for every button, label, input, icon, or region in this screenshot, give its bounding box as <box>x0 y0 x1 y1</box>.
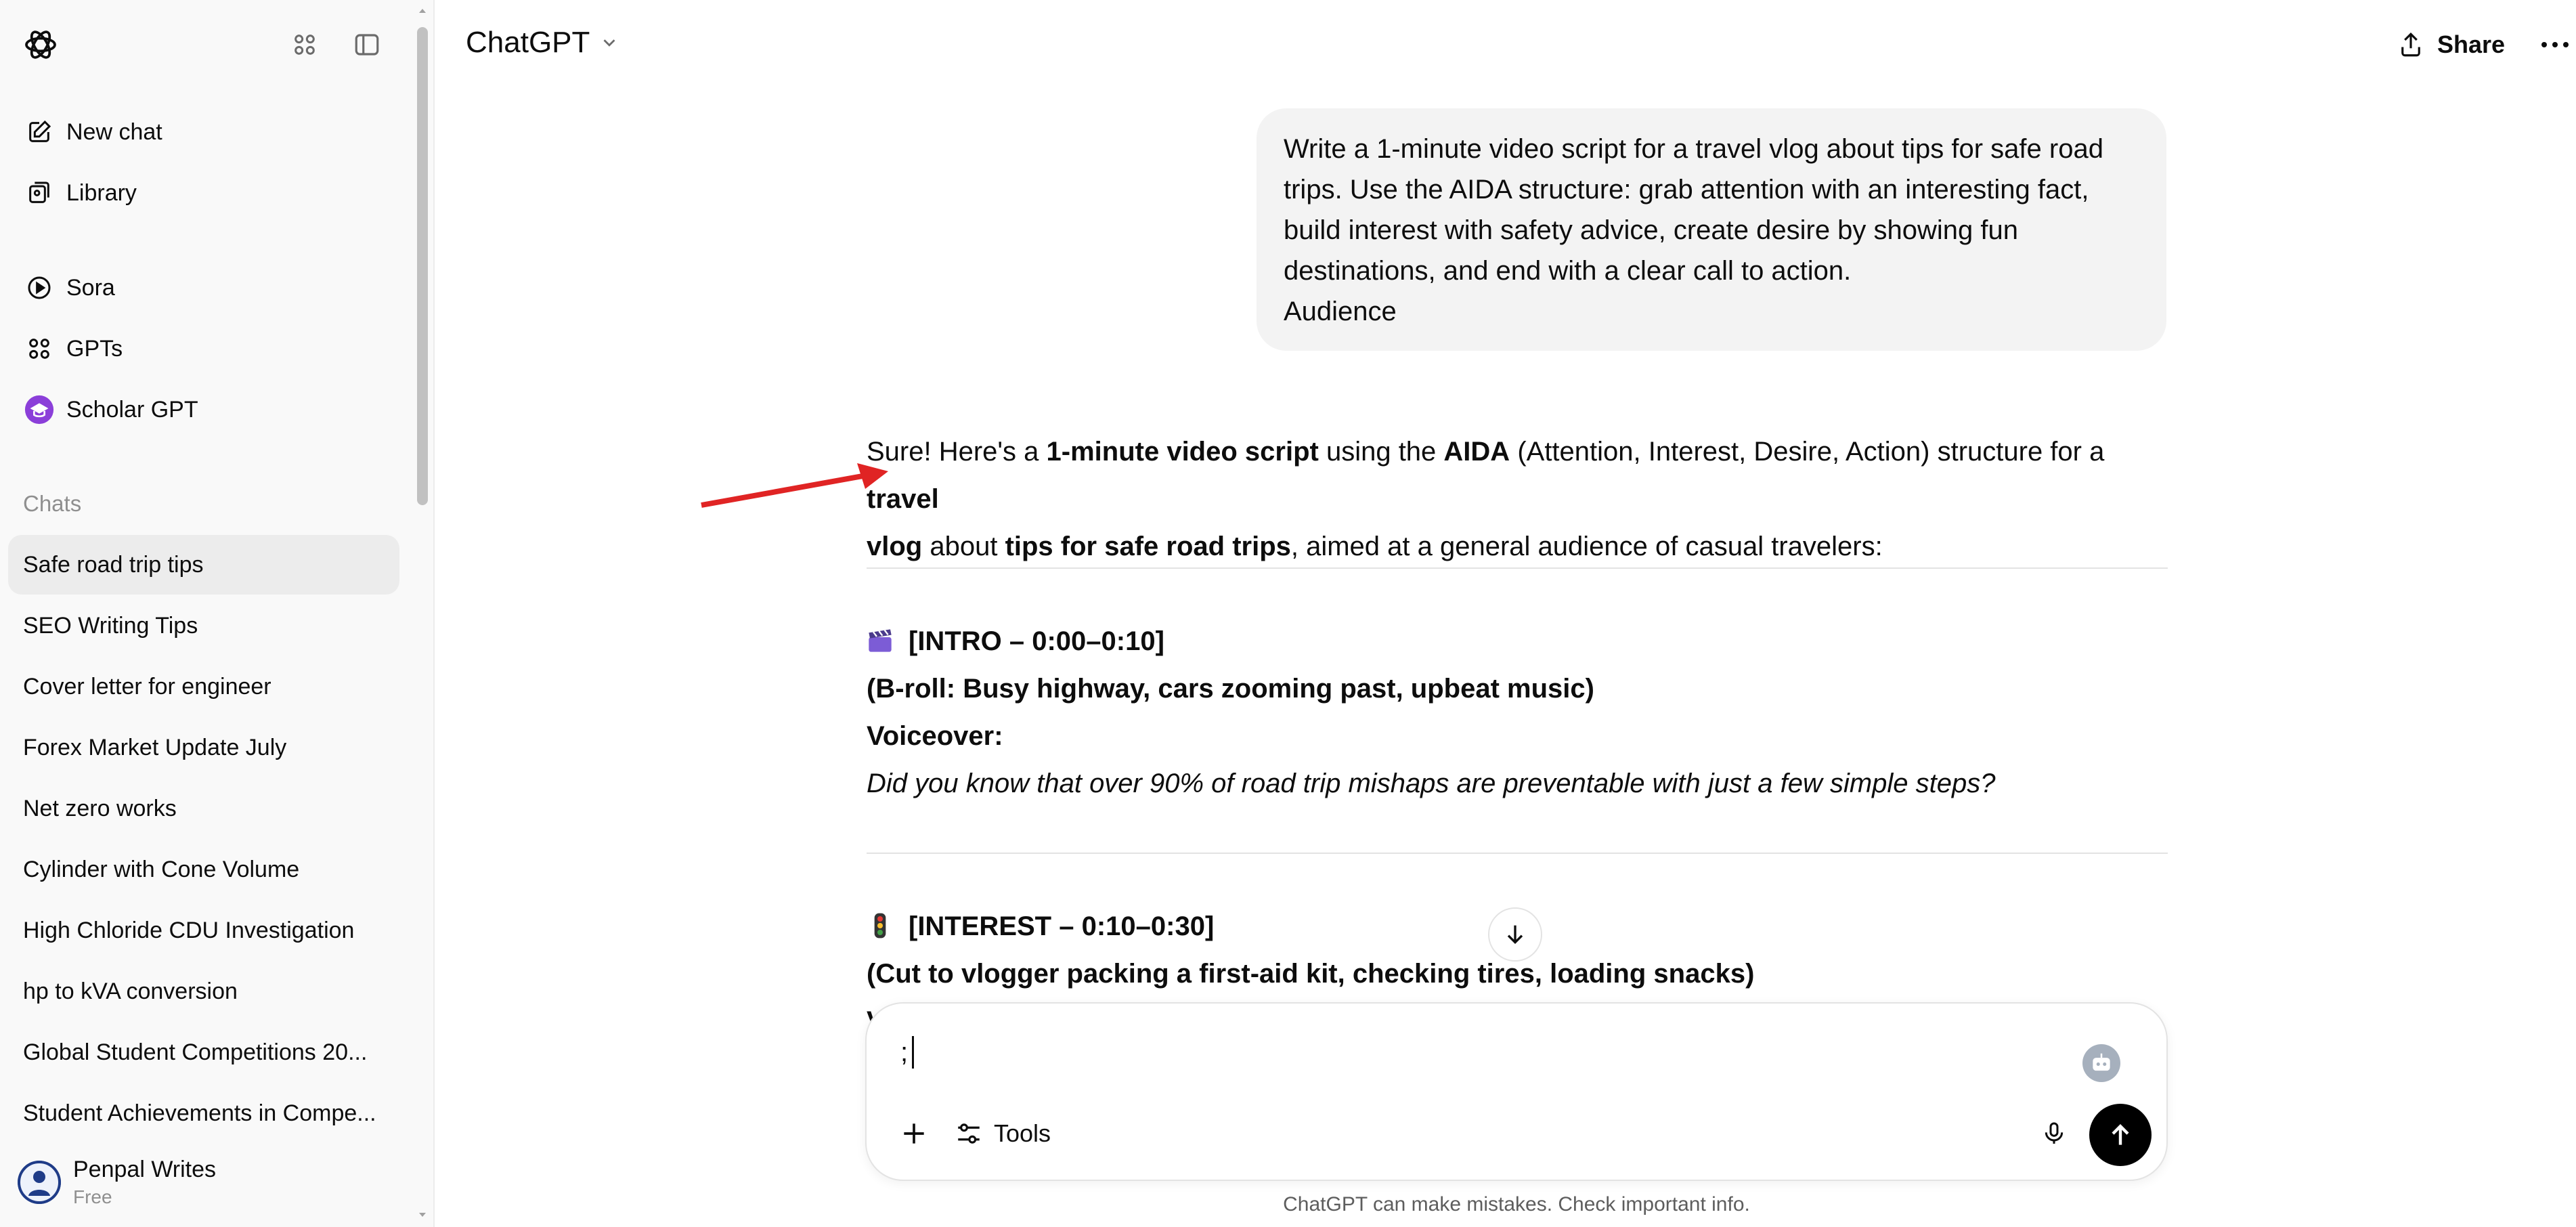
chat-history-item[interactable]: Net zero works <box>8 779 399 838</box>
avatar <box>18 1161 61 1204</box>
user-plan: Free <box>73 1186 112 1207</box>
chat-history-item[interactable]: Safe road trip tips <box>8 535 399 595</box>
share-label: Share <box>2437 30 2506 58</box>
scroll-up-icon[interactable] <box>417 5 428 16</box>
traffic-light-icon <box>874 913 886 939</box>
add-attachment-button[interactable] <box>894 1113 934 1154</box>
more-horizontal-icon <box>2541 42 2569 47</box>
chat-history-item[interactable]: High Chloride CDU Investigation <box>8 901 399 960</box>
chat-history-item[interactable]: Cover letter for engineer <box>8 657 399 716</box>
arrow-up-icon <box>2112 1124 2129 1145</box>
plus-icon <box>904 1123 924 1144</box>
play-circle-icon <box>23 272 56 304</box>
user-message-line: Write a 1-minute video script for a trav… <box>1284 134 2103 164</box>
sidebar-scrollbar-thumb[interactable] <box>417 27 428 505</box>
section-divider <box>867 567 2168 569</box>
model-selector[interactable]: ChatGPT <box>466 26 619 60</box>
prompt-input[interactable]: ; <box>900 1036 915 1069</box>
share-button[interactable]: Share <box>2397 24 2505 65</box>
library-button[interactable]: Library <box>8 164 399 222</box>
assistant-bot-icon[interactable] <box>2082 1044 2120 1082</box>
response-text: about <box>922 532 1005 561</box>
user-message-line: build interest with safety advice, creat… <box>1284 215 2019 245</box>
interest-heading: [INTEREST – 0:10–0:30] <box>909 911 1215 941</box>
scholar-gpt-button[interactable]: Scholar GPT <box>8 381 399 439</box>
user-account-button[interactable]: Penpal Writes Free <box>0 1148 420 1227</box>
chat-history-item[interactable]: Cylinder with Cone Volume <box>8 840 399 899</box>
send-button[interactable] <box>2089 1104 2152 1166</box>
disclaimer-text: ChatGPT can make mistakes. Check importa… <box>1283 1193 1750 1215</box>
tools-label: Tools <box>994 1119 1051 1147</box>
library-icon <box>23 177 56 209</box>
response-bold-text: tips for safe road trips <box>1005 532 1291 561</box>
new-chat-button[interactable]: New chat <box>8 103 399 161</box>
sliders-icon <box>958 1123 980 1144</box>
library-label: Library <box>66 179 137 206</box>
response-text: , aimed at a general audience of casual … <box>1290 532 1883 561</box>
more-options-button[interactable] <box>2535 24 2575 65</box>
chat-history-item[interactable]: hp to kVA conversion <box>8 962 399 1021</box>
text-caret <box>912 1036 915 1069</box>
chat-history-item[interactable]: Forex Market Update July <box>8 718 399 777</box>
response-bold-text: vlog <box>867 532 923 561</box>
chat-history-item[interactable]: Student Achievements in Compe... <box>8 1083 399 1143</box>
microphone-button[interactable] <box>2034 1113 2074 1154</box>
intro-heading: [INTRO – 0:00–0:10] <box>909 626 1164 656</box>
sora-label: Sora <box>66 274 115 301</box>
gpts-label: GPTs <box>66 335 123 362</box>
chat-history-item[interactable]: SEO Writing Tips <box>8 596 399 655</box>
response-text: (Attention, Interest, Desire, Action) st… <box>1510 437 2105 467</box>
prompt-input-value: ; <box>900 1037 909 1067</box>
sidebar: New chat Library Sora GPTs Scholar GPT C… <box>0 0 435 1227</box>
assistant-response-intro: Sure! Here's a 1-minute video script usi… <box>867 428 2168 570</box>
user-name: Penpal Writes <box>73 1157 217 1182</box>
response-text: using the <box>1318 437 1444 467</box>
new-chat-label: New chat <box>66 119 162 145</box>
sidebar-header <box>0 0 420 88</box>
scholar-gpt-icon <box>23 393 56 426</box>
grid-icon <box>23 332 56 365</box>
chevron-down-icon <box>603 39 615 47</box>
voiceover-label: Voiceover: <box>867 721 1003 751</box>
arrow-down-icon <box>1507 925 1523 945</box>
user-message-line: Audience <box>1284 297 1397 326</box>
clapperboard-icon <box>869 629 892 652</box>
chats-section-title: Chats <box>23 491 82 516</box>
apps-grid-icon[interactable] <box>287 27 322 62</box>
response-bold-text: AIDA <box>1443 437 1510 467</box>
intro-broll: (B-roll: Busy highway, cars zooming past… <box>867 674 1594 704</box>
section-divider <box>867 853 2168 854</box>
microphone-icon <box>2045 1122 2064 1144</box>
model-name: ChatGPT <box>466 26 590 59</box>
user-message-line: trips. Use the AIDA structure: grab atte… <box>1284 175 2089 204</box>
toggle-sidebar-icon[interactable] <box>349 27 385 62</box>
tools-button[interactable]: Tools <box>955 1113 1051 1154</box>
intro-section: [INTRO – 0:00–0:10] (B-roll: Busy highwa… <box>867 618 2168 807</box>
red-annotation-arrow <box>701 463 888 508</box>
interest-broll: (Cut to vlogger packing a first-aid kit,… <box>867 959 1755 989</box>
user-message-line: destinations, and end with a clear call … <box>1284 256 1852 286</box>
message-composer[interactable]: ; Tools <box>865 1002 2168 1181</box>
edit-icon <box>23 116 56 148</box>
sora-button[interactable]: Sora <box>8 259 399 317</box>
voiceover-text: Did you know that over 90% of road trip … <box>867 769 1996 798</box>
scroll-to-bottom-button[interactable] <box>1488 907 1542 962</box>
openai-logo-icon[interactable] <box>22 26 60 64</box>
user-message-bubble: Write a 1-minute video script for a trav… <box>1257 108 2166 351</box>
scholar-gpt-label: Scholar GPT <box>66 396 198 423</box>
chat-history-item[interactable]: Global Student Competitions 20... <box>8 1022 399 1082</box>
response-bold-text: 1-minute video script <box>1046 437 1319 467</box>
gpts-button[interactable]: GPTs <box>8 320 399 378</box>
share-icon <box>2401 33 2420 57</box>
